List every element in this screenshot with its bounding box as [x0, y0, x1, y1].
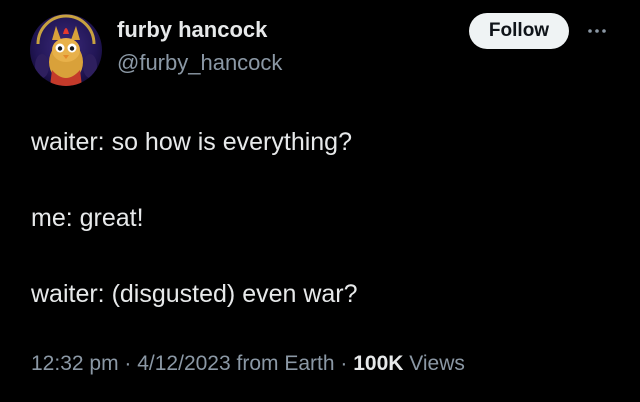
- tweet-date[interactable]: 4/12/2023: [137, 352, 230, 375]
- tweet-source: from Earth: [230, 352, 335, 375]
- follow-button[interactable]: Follow: [469, 13, 569, 49]
- tweet-text-line: waiter: (disgusted) even war?: [31, 280, 358, 308]
- meta-separator: ·: [334, 352, 354, 375]
- author-name[interactable]: furby hancock: [117, 17, 267, 43]
- author-handle[interactable]: @furby_hancock: [117, 50, 282, 76]
- tweet-meta: 12:32 pm · 4/12/2023 from Earth · 100K V…: [31, 352, 465, 376]
- tweet-text-line: me: great!: [31, 204, 144, 232]
- more-options-icon[interactable]: [584, 22, 610, 40]
- tweet-text-line: waiter: so how is everything?: [31, 128, 352, 156]
- views-count[interactable]: 100K: [353, 352, 403, 375]
- meta-separator: ·: [118, 352, 138, 375]
- tweet-card: furby hancock @furby_hancock Follow wait…: [0, 0, 640, 402]
- views-label: Views: [403, 352, 465, 375]
- furby-avatar-icon[interactable]: [30, 14, 102, 86]
- tweet-time[interactable]: 12:32 pm: [31, 352, 119, 375]
